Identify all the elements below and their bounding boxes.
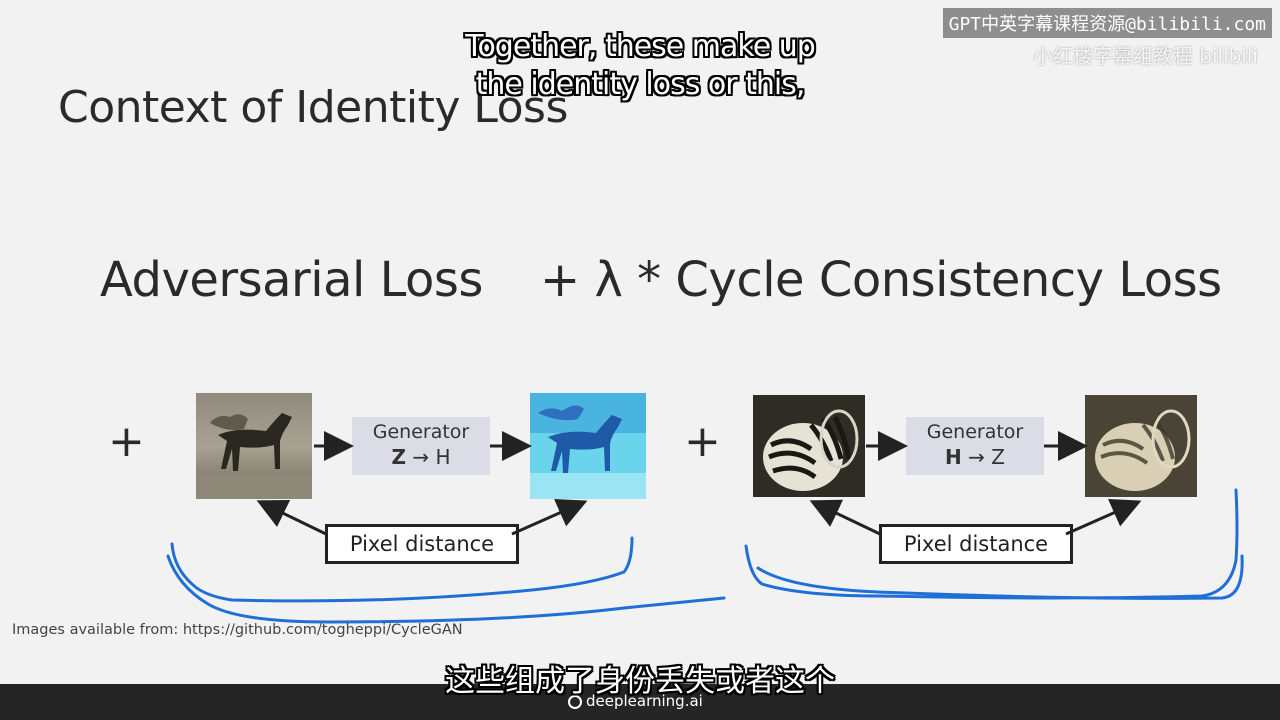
watermark-source: GPT中英字幕课程资源@bilibili.com [942, 8, 1272, 38]
subtitle-english-line2: the identity loss or this, [475, 67, 806, 102]
arrow-pixel-to-input-right [809, 499, 881, 536]
arrow-pixel-to-input-left [256, 499, 327, 536]
arrow-pixel-to-output-right [1065, 499, 1142, 536]
arrow-pixel-to-output-left [511, 499, 588, 536]
annotation-bracket-left [166, 536, 726, 624]
image-source-footnote: Images available from: https://github.co… [12, 622, 463, 638]
subtitle-chinese: 这些组成了身份丢失或者这个 [445, 664, 835, 699]
watermark-secondary: 小红楼字幕组教程 bilibili [1032, 44, 1258, 68]
